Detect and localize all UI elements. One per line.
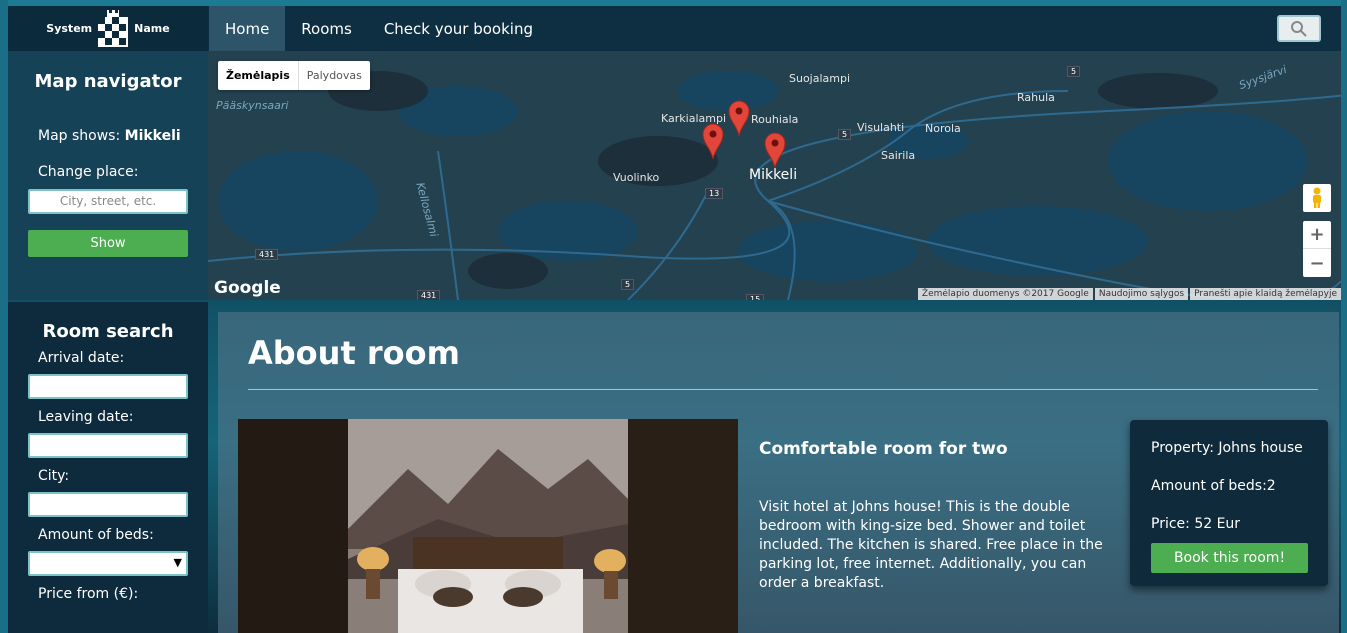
price-from-label: Price from (€): bbox=[38, 586, 139, 602]
zoom-controls: + − bbox=[1303, 221, 1331, 277]
map-type-tabs: Žemėlapis Palydovas bbox=[218, 61, 370, 90]
search-button[interactable] bbox=[1277, 15, 1321, 42]
google-logo: Google bbox=[214, 278, 281, 298]
chevron-down-icon: ▼ bbox=[173, 556, 182, 569]
road-sign-5: 5 bbox=[1067, 66, 1081, 77]
map-label-visulahti: Visulahti bbox=[857, 121, 905, 134]
logo[interactable]: System Name bbox=[8, 6, 208, 51]
map-attribution: Žemėlapio duomenys ©2017 Google Naudojim… bbox=[916, 288, 1341, 300]
room-search-title: Room search bbox=[42, 321, 174, 342]
map-pin-icon[interactable] bbox=[764, 131, 786, 169]
map-shows-label: Map shows: Mikkeli bbox=[8, 128, 208, 144]
road-sign-15: 15 bbox=[746, 294, 765, 300]
place-input[interactable]: City, street, etc. bbox=[28, 189, 188, 214]
castle-logo-icon bbox=[98, 9, 129, 47]
booking-info-box: Property: Johns house Amount of beds:2 P… bbox=[1130, 420, 1328, 586]
map-shows-prefix: Map shows: bbox=[38, 128, 125, 144]
logo-text-left: System bbox=[46, 22, 93, 35]
nav-rooms[interactable]: Rooms bbox=[285, 6, 368, 51]
pegman-icon bbox=[1313, 187, 1321, 208]
map-pin-icon[interactable] bbox=[728, 99, 750, 137]
logo-text-right: Name bbox=[134, 22, 170, 35]
property-info: Property: Johns house bbox=[1151, 440, 1303, 456]
nav-home[interactable]: Home bbox=[209, 6, 286, 51]
beds-select[interactable]: ▼ bbox=[28, 551, 188, 576]
main-nav: Home Rooms Check your booking bbox=[209, 6, 549, 51]
terms-link[interactable]: Naudojimo sąlygos bbox=[1094, 288, 1189, 300]
map-data-credit: Žemėlapio duomenys ©2017 Google bbox=[917, 288, 1093, 300]
page-title: About room bbox=[248, 334, 460, 372]
map-tab-map[interactable]: Žemėlapis bbox=[218, 61, 299, 90]
leaving-date-field[interactable] bbox=[28, 433, 188, 458]
map-label-vuolinko: Vuolinko bbox=[613, 171, 660, 184]
map-label-rahula: Rahula bbox=[1017, 91, 1055, 104]
search-icon bbox=[1291, 20, 1307, 37]
city-label: City: bbox=[38, 468, 70, 484]
map-view[interactable]: Žemėlapis Palydovas Pääskynsaari Karkial… bbox=[208, 51, 1341, 300]
frame-right bbox=[1341, 0, 1347, 633]
zoom-out-button[interactable]: − bbox=[1303, 249, 1331, 277]
map-label-sairila: Sairila bbox=[881, 149, 916, 162]
map-shows-value: Mikkeli bbox=[124, 128, 181, 144]
road-sign-5c: 5 bbox=[621, 279, 635, 290]
room-title: Comfortable room for two bbox=[759, 439, 1008, 459]
map-label-norola: Norola bbox=[925, 122, 961, 135]
room-search-panel: Room search Arrival date: Leaving date: … bbox=[8, 302, 208, 633]
map-tab-satellite[interactable]: Palydovas bbox=[299, 61, 370, 90]
room-photo bbox=[238, 419, 738, 633]
beds-info: Amount of beds:2 bbox=[1151, 478, 1276, 494]
room-description: Visit hotel at Johns house! This is the … bbox=[759, 499, 1103, 591]
frame-left bbox=[0, 0, 8, 633]
show-button[interactable]: Show bbox=[28, 230, 188, 257]
map-pin-icon[interactable] bbox=[702, 122, 724, 160]
map-navigator-panel: Map navigator Map shows: Mikkeli Change … bbox=[8, 51, 208, 300]
road-sign-5b: 5 bbox=[838, 129, 852, 140]
map-navigator-title: Map navigator bbox=[34, 71, 182, 92]
book-room-button[interactable]: Book this room! bbox=[1151, 543, 1308, 573]
map-label-paaskynsaari: Pääskynsaari bbox=[216, 99, 289, 112]
map-label-mikkeli: Mikkeli bbox=[749, 167, 798, 183]
street-view-button[interactable] bbox=[1303, 184, 1331, 212]
about-room-section: About room Comfortable room for two Visi… bbox=[218, 312, 1339, 633]
zoom-in-button[interactable]: + bbox=[1303, 221, 1331, 249]
beds-label: Amount of beds: bbox=[38, 527, 154, 543]
place-input-placeholder: City, street, etc. bbox=[59, 194, 157, 208]
leaving-date-label: Leaving date: bbox=[38, 409, 134, 425]
map-label-rouhiala: Rouhiala bbox=[751, 113, 799, 126]
road-sign-431b: 431 bbox=[417, 290, 441, 300]
road-sign-13: 13 bbox=[705, 188, 724, 199]
road-sign-431: 431 bbox=[255, 249, 279, 260]
top-navbar: System Name Home Rooms Check your bookin… bbox=[8, 6, 1341, 51]
title-divider bbox=[248, 389, 1318, 390]
nav-check-booking[interactable]: Check your booking bbox=[368, 6, 549, 51]
arrival-date-label: Arrival date: bbox=[38, 350, 125, 366]
room-photo-image bbox=[238, 419, 738, 633]
map-label-suojalampi: Suojalampi bbox=[789, 72, 851, 85]
price-info: Price: 52 Eur bbox=[1151, 516, 1241, 532]
city-field[interactable] bbox=[28, 492, 188, 517]
report-error-link[interactable]: Pranešti apie klaidą žemėlapyje bbox=[1190, 288, 1341, 300]
change-place-label: Change place: bbox=[38, 164, 139, 180]
arrival-date-field[interactable] bbox=[28, 374, 188, 399]
